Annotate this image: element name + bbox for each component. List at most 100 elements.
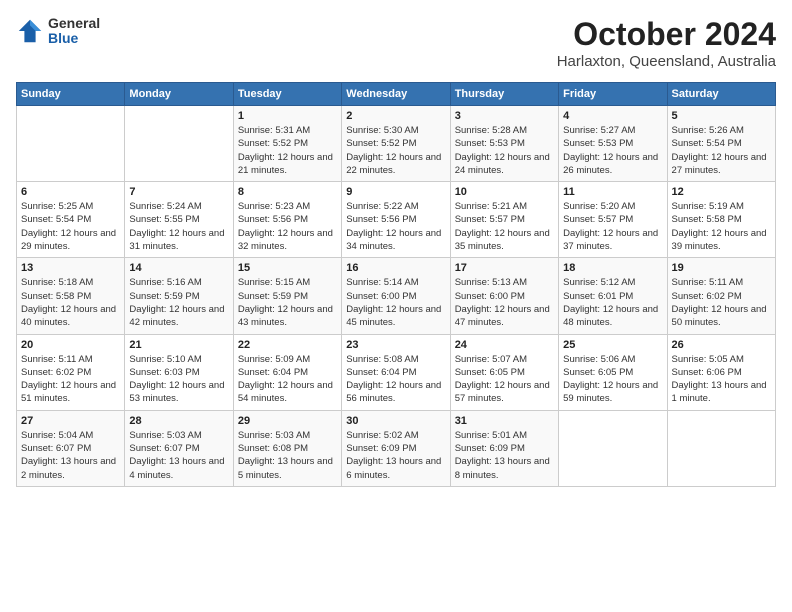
day-detail: Sunrise: 5:15 AM Sunset: 5:59 PM Dayligh… xyxy=(238,276,337,329)
day-number: 1 xyxy=(238,110,337,122)
day-detail: Sunrise: 5:24 AM Sunset: 5:55 PM Dayligh… xyxy=(129,200,228,253)
calendar-cell: 25 Sunrise: 5:06 AM Sunset: 6:05 PM Dayli… xyxy=(559,334,667,410)
calendar-week-row: 27Sunrise: 5:04 AM Sunset: 6:07 PM Dayli… xyxy=(17,410,776,486)
calendar-cell: 22Sunrise: 5:09 AM Sunset: 6:04 PM Dayli… xyxy=(233,334,341,410)
day-detail: Sunrise: 5:22 AM Sunset: 5:56 PM Dayligh… xyxy=(346,200,445,253)
day-detail: Sunrise: 5:05 AM Sunset: 6:06 PM Dayligh… xyxy=(672,353,771,406)
day-number: 8 xyxy=(238,186,337,198)
calendar-cell: 27Sunrise: 5:04 AM Sunset: 6:07 PM Dayli… xyxy=(17,410,125,486)
weekday-header: Wednesday xyxy=(342,83,450,106)
day-detail: Sunrise: 5:16 AM Sunset: 5:59 PM Dayligh… xyxy=(129,276,228,329)
calendar-cell xyxy=(125,106,233,182)
calendar-cell: 16 Sunrise: 5:14 AM Sunset: 6:00 PM Dayli… xyxy=(342,258,450,334)
weekday-header: Tuesday xyxy=(233,83,341,106)
day-detail: Sunrise: 5:02 AM Sunset: 6:09 PM Dayligh… xyxy=(346,429,445,482)
title-block: October 2024 Harlaxton, Queensland, Aust… xyxy=(557,16,776,70)
logo-icon xyxy=(16,17,44,45)
day-detail: Sunrise: 5:10 AM Sunset: 6:03 PM Dayligh… xyxy=(129,353,228,406)
calendar-week-row: 13 Sunrise: 5:18 AM Sunset: 5:58 PM Dayli… xyxy=(17,258,776,334)
calendar-cell: 24 Sunrise: 5:07 AM Sunset: 6:05 PM Dayli… xyxy=(450,334,558,410)
calendar-cell: 2Sunrise: 5:30 AM Sunset: 5:52 PM Daylig… xyxy=(342,106,450,182)
logo: General Blue xyxy=(16,16,100,47)
day-number: 7 xyxy=(129,186,228,198)
calendar-cell: 28 Sunrise: 5:03 AM Sunset: 6:07 PM Dayli… xyxy=(125,410,233,486)
day-number: 6 xyxy=(21,186,120,198)
day-detail: Sunrise: 5:27 AM Sunset: 5:53 PM Dayligh… xyxy=(563,124,662,177)
day-number: 31 xyxy=(455,415,554,427)
day-detail: Sunrise: 5:25 AM Sunset: 5:54 PM Dayligh… xyxy=(21,200,120,253)
calendar-cell: 4Sunrise: 5:27 AM Sunset: 5:53 PM Daylig… xyxy=(559,106,667,182)
calendar-cell: 8 Sunrise: 5:23 AM Sunset: 5:56 PM Daylig… xyxy=(233,182,341,258)
calendar-cell: 17Sunrise: 5:13 AM Sunset: 6:00 PM Dayli… xyxy=(450,258,558,334)
calendar-cell: 20Sunrise: 5:11 AM Sunset: 6:02 PM Dayli… xyxy=(17,334,125,410)
day-number: 13 xyxy=(21,262,120,274)
calendar-cell: 26Sunrise: 5:05 AM Sunset: 6:06 PM Dayli… xyxy=(667,334,775,410)
calendar-week-row: 20Sunrise: 5:11 AM Sunset: 6:02 PM Dayli… xyxy=(17,334,776,410)
calendar-cell: 21 Sunrise: 5:10 AM Sunset: 6:03 PM Dayli… xyxy=(125,334,233,410)
weekday-header-row: SundayMondayTuesdayWednesdayThursdayFrid… xyxy=(17,83,776,106)
calendar-cell: 9 Sunrise: 5:22 AM Sunset: 5:56 PM Daylig… xyxy=(342,182,450,258)
location-title: Harlaxton, Queensland, Australia xyxy=(557,53,776,70)
day-detail: Sunrise: 5:18 AM Sunset: 5:58 PM Dayligh… xyxy=(21,276,120,329)
day-detail: Sunrise: 5:30 AM Sunset: 5:52 PM Dayligh… xyxy=(346,124,445,177)
day-number: 22 xyxy=(238,339,337,351)
day-detail: Sunrise: 5:03 AM Sunset: 6:07 PM Dayligh… xyxy=(129,429,228,482)
day-number: 19 xyxy=(672,262,771,274)
day-detail: Sunrise: 5:21 AM Sunset: 5:57 PM Dayligh… xyxy=(455,200,554,253)
calendar-week-row: 1 Sunrise: 5:31 AM Sunset: 5:52 PM Daylig… xyxy=(17,106,776,182)
calendar-week-row: 6 Sunrise: 5:25 AM Sunset: 5:54 PM Daylig… xyxy=(17,182,776,258)
day-number: 12 xyxy=(672,186,771,198)
day-detail: Sunrise: 5:23 AM Sunset: 5:56 PM Dayligh… xyxy=(238,200,337,253)
day-number: 18 xyxy=(563,262,662,274)
calendar-cell: 6 Sunrise: 5:25 AM Sunset: 5:54 PM Daylig… xyxy=(17,182,125,258)
day-detail: Sunrise: 5:26 AM Sunset: 5:54 PM Dayligh… xyxy=(672,124,771,177)
day-number: 9 xyxy=(346,186,445,198)
calendar-cell: 13 Sunrise: 5:18 AM Sunset: 5:58 PM Dayli… xyxy=(17,258,125,334)
weekday-header: Friday xyxy=(559,83,667,106)
day-number: 27 xyxy=(21,415,120,427)
logo-text: General Blue xyxy=(48,16,100,47)
weekday-header: Saturday xyxy=(667,83,775,106)
calendar-cell xyxy=(559,410,667,486)
day-number: 21 xyxy=(129,339,228,351)
day-detail: Sunrise: 5:08 AM Sunset: 6:04 PM Dayligh… xyxy=(346,353,445,406)
weekday-header: Sunday xyxy=(17,83,125,106)
day-number: 24 xyxy=(455,339,554,351)
calendar-cell: 30 Sunrise: 5:02 AM Sunset: 6:09 PM Dayli… xyxy=(342,410,450,486)
month-title: October 2024 xyxy=(557,16,776,53)
day-detail: Sunrise: 5:14 AM Sunset: 6:00 PM Dayligh… xyxy=(346,276,445,329)
day-number: 30 xyxy=(346,415,445,427)
calendar-cell xyxy=(667,410,775,486)
calendar-table: SundayMondayTuesdayWednesdayThursdayFrid… xyxy=(16,82,776,487)
day-number: 10 xyxy=(455,186,554,198)
day-detail: Sunrise: 5:31 AM Sunset: 5:52 PM Dayligh… xyxy=(238,124,337,177)
calendar-cell: 3 Sunrise: 5:28 AM Sunset: 5:53 PM Daylig… xyxy=(450,106,558,182)
page-header: General Blue October 2024 Harlaxton, Que… xyxy=(16,16,776,70)
calendar-cell: 5 Sunrise: 5:26 AM Sunset: 5:54 PM Daylig… xyxy=(667,106,775,182)
calendar-cell: 29 Sunrise: 5:03 AM Sunset: 6:08 PM Dayli… xyxy=(233,410,341,486)
day-number: 17 xyxy=(455,262,554,274)
calendar-cell: 14Sunrise: 5:16 AM Sunset: 5:59 PM Dayli… xyxy=(125,258,233,334)
calendar-cell: 19Sunrise: 5:11 AM Sunset: 6:02 PM Dayli… xyxy=(667,258,775,334)
day-number: 11 xyxy=(563,186,662,198)
day-detail: Sunrise: 5:11 AM Sunset: 6:02 PM Dayligh… xyxy=(21,353,120,406)
day-detail: Sunrise: 5:20 AM Sunset: 5:57 PM Dayligh… xyxy=(563,200,662,253)
day-detail: Sunrise: 5:03 AM Sunset: 6:08 PM Dayligh… xyxy=(238,429,337,482)
day-detail: Sunrise: 5:28 AM Sunset: 5:53 PM Dayligh… xyxy=(455,124,554,177)
calendar-cell: 15Sunrise: 5:15 AM Sunset: 5:59 PM Dayli… xyxy=(233,258,341,334)
day-number: 25 xyxy=(563,339,662,351)
day-detail: Sunrise: 5:06 AM Sunset: 6:05 PM Dayligh… xyxy=(563,353,662,406)
weekday-header: Thursday xyxy=(450,83,558,106)
day-number: 3 xyxy=(455,110,554,122)
day-number: 29 xyxy=(238,415,337,427)
day-number: 5 xyxy=(672,110,771,122)
day-number: 16 xyxy=(346,262,445,274)
calendar-cell xyxy=(17,106,125,182)
day-number: 28 xyxy=(129,415,228,427)
calendar-cell: 23 Sunrise: 5:08 AM Sunset: 6:04 PM Dayli… xyxy=(342,334,450,410)
day-detail: Sunrise: 5:07 AM Sunset: 6:05 PM Dayligh… xyxy=(455,353,554,406)
calendar-cell: 10 Sunrise: 5:21 AM Sunset: 5:57 PM Dayli… xyxy=(450,182,558,258)
day-detail: Sunrise: 5:12 AM Sunset: 6:01 PM Dayligh… xyxy=(563,276,662,329)
day-number: 23 xyxy=(346,339,445,351)
logo-general: General xyxy=(48,16,100,31)
